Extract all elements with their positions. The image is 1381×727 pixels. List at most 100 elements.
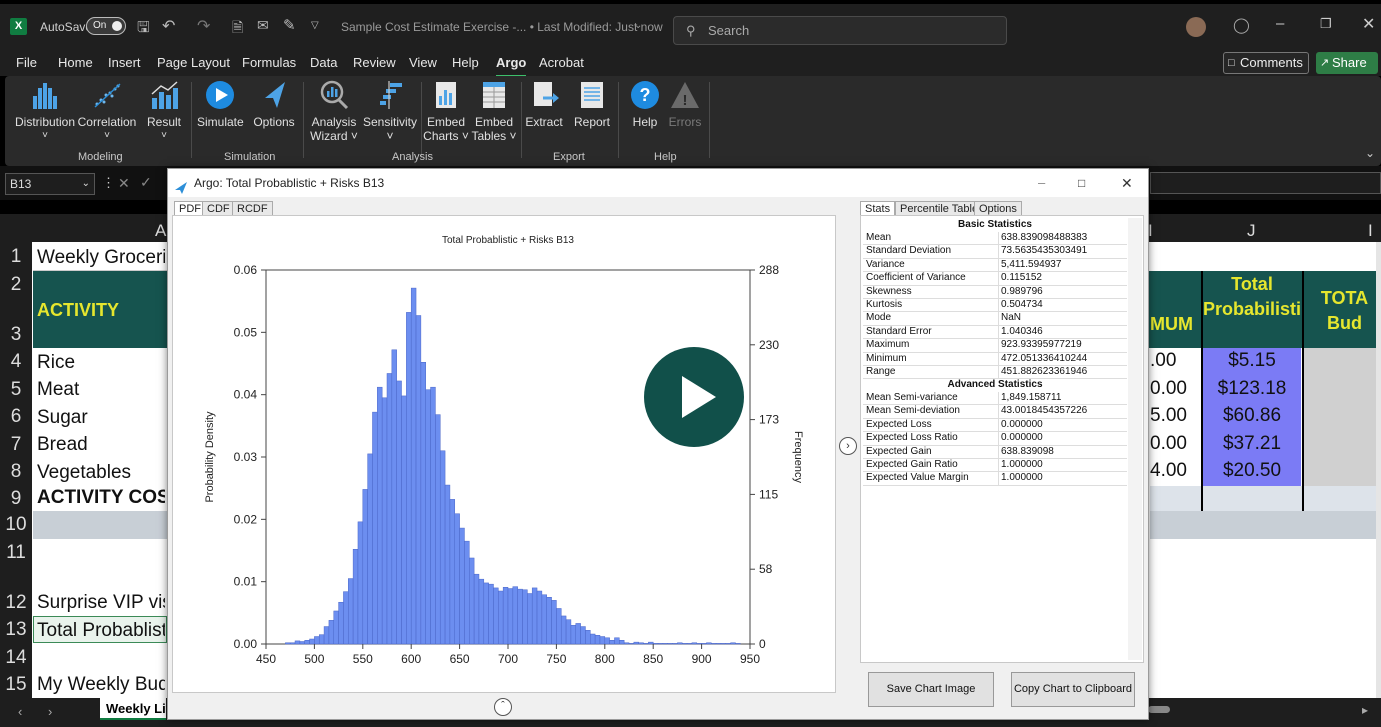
close-icon[interactable]: ✕ [1362,14,1375,34]
menu-argo[interactable]: Argo [496,55,527,78]
customize-qat-icon[interactable]: ▽ [311,20,319,31]
minimum-header[interactable]: MUM [1150,314,1193,335]
check-icon[interactable]: ✓ [140,174,152,191]
row-header[interactable]: 10 [0,511,32,539]
column-header-k[interactable]: I [1368,221,1373,241]
cell-a-8[interactable]: Vegetables [37,462,165,484]
cell-i-value[interactable]: 4.00 [1150,460,1200,482]
menu-insert[interactable]: Insert [108,55,141,70]
lightbulb-icon[interactable]: ◯ [1233,16,1250,34]
comments-button[interactable]: □ Comments [1223,52,1309,74]
cell-i-value[interactable]: 5.00 [1150,405,1200,427]
name-box[interactable]: B13 ⌄ [5,173,95,195]
cell-a-9[interactable]: ACTIVITY COST [37,487,165,509]
cell-a-5[interactable]: Meat [37,379,165,401]
row-header[interactable]: 9 [0,486,32,511]
row-header[interactable]: 11 [0,539,32,566]
total-budget-header[interactable]: TOTA Bud [1308,286,1381,336]
menu-formulas[interactable]: Formulas [242,55,296,70]
horizontal-scrollbar[interactable] [1148,706,1170,713]
autosave-toggle[interactable]: On [86,17,126,35]
redo-icon[interactable]: ↷ [197,16,210,36]
sensitivity-button[interactable]: Sensitivity ˅ [361,80,419,143]
embed-tables-button[interactable]: Embed Tables ˅ [469,80,519,143]
row-header[interactable]: 15 [0,671,32,698]
row-header[interactable]: 12 [0,566,32,616]
cell-i-value[interactable]: 0.00 [1150,378,1200,400]
cell-a-1[interactable]: Weekly Groceries [37,247,165,269]
cell-j-value[interactable]: $123.18 [1203,378,1301,400]
cancel-icon[interactable]: ✕ [118,175,130,192]
cell-j-value[interactable]: $37.21 [1203,433,1301,455]
cell-j-value[interactable]: $5.15 [1203,350,1301,372]
dialog-maximize-icon[interactable]: □ [1078,169,1085,197]
cell-i-value[interactable]: 0.00 [1150,433,1200,455]
menu-file[interactable]: File [16,55,37,70]
share-button[interactable]: ↗ Share [1316,52,1378,74]
simulate-button[interactable]: Simulate [197,80,244,129]
help-button[interactable]: ? Help [625,80,665,129]
row-header[interactable]: 13 [0,616,32,644]
restore-icon[interactable]: ❐ [1320,16,1332,32]
menu-view[interactable]: View [409,55,437,70]
draw-icon[interactable]: ✎ [283,16,296,34]
menu-help[interactable]: Help [452,55,479,70]
stats-scrollbar[interactable] [1128,218,1142,660]
cell-a-15[interactable]: My Weekly Budget [37,674,165,696]
menu-review[interactable]: Review [353,55,396,70]
video-play-icon[interactable] [644,347,744,447]
row-header[interactable]: 4 [0,348,32,376]
options-button[interactable]: Options [251,80,297,129]
copy-chart-button[interactable]: Copy Chart to Clipboard [1011,672,1135,707]
more-icon[interactable]: ⋮ [102,175,115,191]
formula-input[interactable] [1150,172,1381,194]
analysis-wizard-button[interactable]: Analysis Wizard ˅ [309,80,359,143]
inbox-icon[interactable]: ✉ [257,17,269,34]
activity-header[interactable]: ACTIVITY [37,300,119,321]
next-sheet-icon[interactable]: › [48,704,52,719]
save-chart-image-button[interactable]: Save Chart Image [868,672,994,707]
collapse-up-icon[interactable]: ˆ [494,698,512,716]
search-input[interactable]: ⚲ Search [673,16,1007,45]
extract-button[interactable]: Extract [523,80,565,129]
row-header[interactable]: 3 [0,298,32,348]
new-file-icon[interactable]: 🗎 [232,17,243,41]
distribution-button[interactable]: Distribution ˅ [15,80,75,143]
dialog-minimize-icon[interactable]: – [1038,169,1045,197]
report-button[interactable]: Report [571,80,613,129]
row-header[interactable]: 5 [0,376,32,403]
title-chevron-down-icon[interactable]: ⌄ [634,20,642,31]
menu-page-layout[interactable]: Page Layout [157,55,230,70]
correlation-button[interactable]: Correlation ˅ [77,80,137,143]
prev-sheet-icon[interactable]: ‹ [18,704,22,719]
row-header[interactable]: 6 [0,403,32,431]
avatar[interactable] [1186,17,1206,37]
menu-home[interactable]: Home [58,55,93,70]
expand-panel-icon[interactable]: › [839,437,857,455]
cell-i-value[interactable]: .00 [1150,350,1200,372]
vertical-scrollbar[interactable] [1376,242,1381,698]
cell-j-value[interactable]: $20.50 [1203,460,1301,482]
row-header[interactable]: 7 [0,431,32,458]
document-title[interactable]: Sample Cost Estimate Exercise -... • Las… [341,20,663,34]
cell-a-7[interactable]: Bread [37,434,165,456]
column-header-j[interactable]: J [1247,221,1256,241]
cell-a-13[interactable]: Total Probablistic [37,620,165,642]
embed-charts-button[interactable]: Embed Charts ˅ [423,80,469,143]
sheet-tab-weekly[interactable]: Weekly Liv [100,698,166,720]
row-header[interactable]: 14 [0,644,32,671]
row-header[interactable]: 8 [0,458,32,486]
cell-a-12[interactable]: Surprise VIP visit [37,592,165,614]
undo-icon[interactable]: ↶ [162,16,175,36]
menu-acrobat[interactable]: Acrobat [539,55,584,70]
scroll-right-icon[interactable]: ▸ [1362,703,1368,717]
result-button[interactable]: Result ˅ [144,80,184,143]
column-header-a[interactable]: A [155,221,166,241]
row-header[interactable]: 2 [0,271,32,298]
cell-a-4[interactable]: Rice [37,352,165,374]
minimize-icon[interactable]: – [1276,15,1284,32]
cell-a-6[interactable]: Sugar [37,407,165,429]
dialog-close-icon[interactable]: ✕ [1121,169,1133,197]
cell-j-value[interactable]: $60.86 [1203,405,1301,427]
total-probabilistic-header[interactable]: Total Probabilistic [1203,272,1301,322]
